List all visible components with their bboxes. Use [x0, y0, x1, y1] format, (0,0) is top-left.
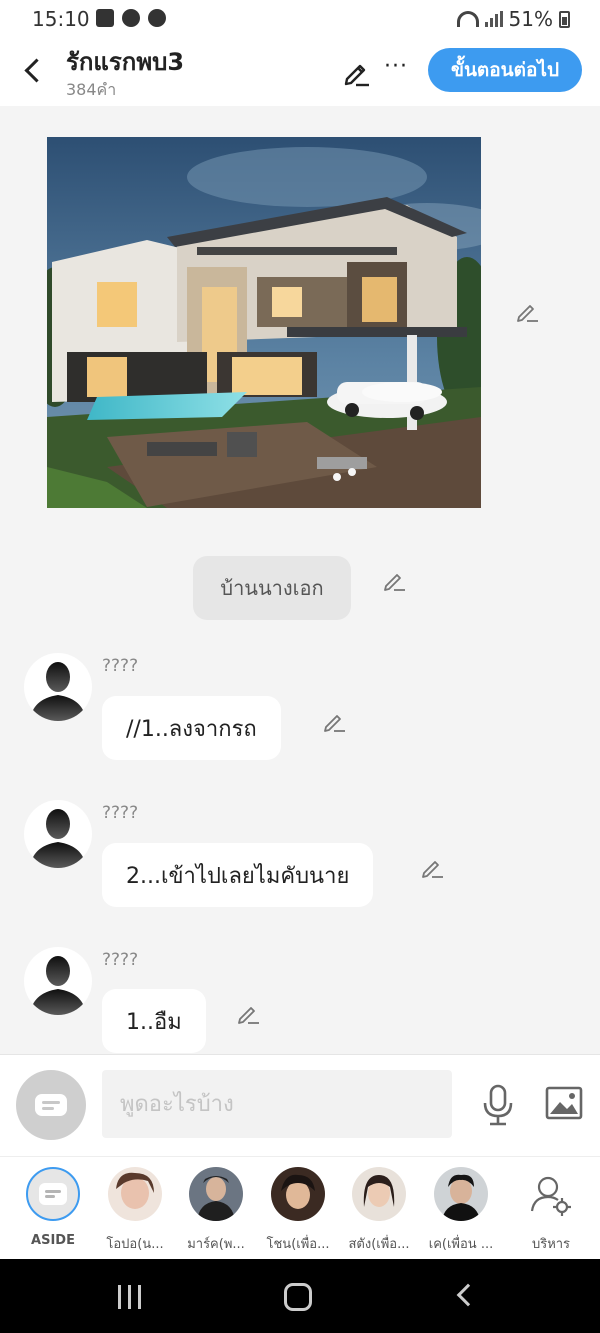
speaker-avatar[interactable]	[24, 800, 92, 868]
story-title: รักแรกพบ3	[66, 48, 185, 76]
message-input[interactable]	[102, 1070, 452, 1138]
system-back-icon[interactable]	[456, 1283, 480, 1307]
line-notification-icon	[148, 9, 166, 27]
speaker-avatar[interactable]	[24, 947, 92, 1015]
speaker-avatar[interactable]	[24, 653, 92, 721]
chat-bubble-icon	[39, 1183, 67, 1205]
battery-icon	[559, 10, 570, 28]
home-icon[interactable]	[284, 1283, 312, 1311]
message-bubble[interactable]: //1..ลงจากรถ	[102, 696, 281, 760]
house-image[interactable]	[47, 137, 481, 508]
character-label: โชน(เพื่อ...	[266, 1237, 330, 1252]
character-aside[interactable]: ASIDE	[13, 1167, 93, 1248]
aside-toggle-button[interactable]	[16, 1070, 86, 1140]
character-label: สตัง(เพื่อ...	[348, 1237, 410, 1252]
speaker-name: ????	[102, 950, 139, 970]
character-label: บริหาร	[531, 1237, 571, 1252]
character-selector: ASIDE โอปอ(น... มาร์ค(พ... โชน(เพื่อ... …	[0, 1156, 600, 1259]
narration-bubble[interactable]: บ้านนางเอก	[193, 556, 351, 620]
manage-characters-button[interactable]: บริหาร	[511, 1167, 591, 1254]
character-label: โอปอ(น...	[106, 1237, 164, 1252]
character-item[interactable]: โอปอ(น...	[95, 1167, 175, 1254]
signal-icon	[484, 11, 503, 27]
edit-narration-icon[interactable]	[381, 567, 407, 593]
character-avatar	[352, 1167, 406, 1221]
app-notification-icon	[122, 9, 140, 27]
character-avatar	[434, 1167, 488, 1221]
edit-image-icon[interactable]	[514, 298, 540, 324]
status-time: 15:10	[32, 7, 90, 31]
chat-area: บ้านนางเอก ???? //1..ลงจากรถ ???? 2...เข…	[0, 106, 600, 1054]
manage-user-icon	[524, 1167, 578, 1221]
edit-message-icon[interactable]	[321, 708, 347, 734]
more-menu-icon[interactable]: ···	[384, 54, 408, 79]
image-upload-icon[interactable]	[545, 1085, 583, 1121]
character-label: มาร์ค(พ...	[187, 1237, 245, 1252]
edit-message-icon[interactable]	[419, 854, 445, 880]
notification-icons	[96, 9, 166, 27]
character-item[interactable]: สตัง(เพื่อ...	[339, 1167, 419, 1254]
status-right: 51%	[456, 7, 570, 31]
battery-percent: 51%	[508, 7, 553, 31]
character-avatar	[189, 1167, 243, 1221]
back-arrow-icon[interactable]	[18, 50, 48, 90]
header: รักแรกพบ3 384คำ ··· ขั้นตอนต่อไป	[0, 36, 600, 106]
system-navigation-bar	[0, 1259, 600, 1333]
next-step-button[interactable]: ขั้นตอนต่อไป	[428, 48, 582, 92]
aside-avatar	[26, 1167, 80, 1221]
edit-title-icon[interactable]	[340, 56, 372, 88]
character-item[interactable]: เค(เพื่อน ...	[421, 1167, 501, 1254]
microphone-icon[interactable]	[480, 1083, 516, 1127]
character-label: เค(เพื่อน ...	[428, 1237, 494, 1252]
input-bar	[0, 1054, 600, 1156]
silhouette-icon	[30, 956, 86, 1015]
speaker-name: ????	[102, 656, 139, 676]
gallery-notification-icon	[96, 9, 114, 27]
silhouette-icon	[30, 662, 86, 721]
edit-message-icon[interactable]	[235, 1000, 261, 1026]
status-bar: 15:10 51%	[0, 0, 600, 36]
character-label: ASIDE	[31, 1233, 75, 1248]
character-item[interactable]: มาร์ค(พ...	[176, 1167, 256, 1254]
message-bubble[interactable]: 1..อืม	[102, 989, 206, 1053]
character-avatar	[108, 1167, 162, 1221]
word-count: 384คำ	[66, 80, 117, 99]
silhouette-icon	[30, 809, 86, 868]
character-avatar	[271, 1167, 325, 1221]
chat-bubble-icon	[35, 1094, 67, 1116]
recent-apps-icon[interactable]	[118, 1285, 141, 1309]
speaker-name: ????	[102, 803, 139, 823]
wifi-icon	[456, 11, 479, 27]
character-item[interactable]: โชน(เพื่อ...	[258, 1167, 338, 1254]
message-bubble[interactable]: 2...เข้าไปเลยไมคับนาย	[102, 843, 374, 907]
